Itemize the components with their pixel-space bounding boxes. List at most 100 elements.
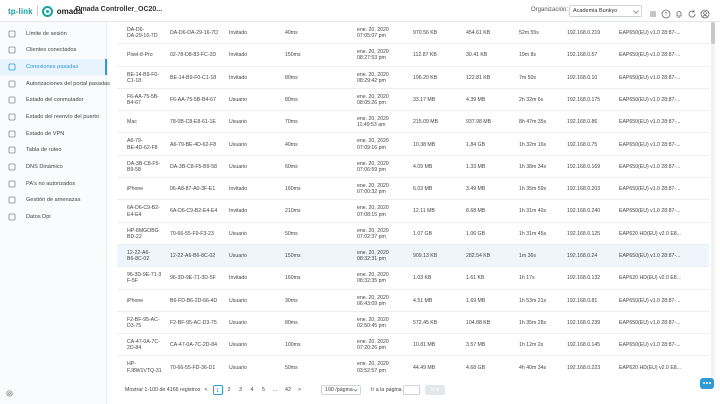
sidebar-item-route[interactable]: Tabla de ruteo: [0, 142, 107, 158]
cell-date: ene. 20, 2020 08:27:53 pm: [357, 49, 389, 62]
table-row[interactable]: 6A-D6-C9-B2- E4-E4 6A-D6-C9-B2-E4-E4 Invit…: [117, 200, 709, 223]
sidebar-item-forward[interactable]: Estado del reenvío del puerto: [0, 109, 107, 125]
scrollbar-thumb[interactable]: [711, 22, 715, 44]
sidebar-item-vpn[interactable]: Estado de VPN: [0, 126, 107, 142]
table-row[interactable]: DA-D6- DA-29-16-7D DA-D6-DA-29-16-7D Invit…: [117, 22, 709, 45]
page-size-select[interactable]: 100 /página: [321, 385, 361, 395]
cell-type: Usuario: [229, 141, 247, 148]
cell-time: 8h 47m 35s: [519, 119, 547, 126]
past-connections-table: DA-D6- DA-29-16-7D DA-D6-DA-29-16-7D Invit…: [117, 22, 709, 378]
table-row[interactable]: F2-BF-95-AC- D3-75 F2-BF-95-AC-D3-75 Usuar…: [117, 312, 709, 335]
cell-down: 909.13 KB: [413, 253, 438, 260]
table-row[interactable]: DA-3B-C8-F5- B9-58 DA-3B-C8-F5-B9-58 Usuar…: [117, 156, 709, 179]
table-row[interactable]: Pixel-8-Pro 02-78-D8-83-FC-2D Invitado 150m…: [117, 44, 709, 67]
sidebar-item-clients[interactable]: Clientes conectados: [0, 42, 107, 58]
cell-up: 1.69 MB: [466, 297, 486, 304]
table-row[interactable]: A6-79- BE-4D-62-F8 A6-79-BE-4D-62-F8 Usuar…: [117, 134, 709, 156]
cell-name[interactable]: F6-AA-75-5B- B4-67: [127, 94, 171, 106]
cell-ap: EAP650(EU) v1.0 28:87-...: [619, 52, 681, 59]
cell-type: Invitado: [229, 74, 248, 81]
next-page-button[interactable]: >: [295, 385, 305, 395]
cell-name[interactable]: DA-D6- DA-29-16-7D: [127, 27, 171, 39]
sidebar-item-label: Autorizaciones del portal pasadas: [26, 81, 110, 87]
controller-title[interactable]: Omada Controller_OC20...: [75, 6, 162, 13]
sidebar-item-session[interactable]: Límite de sesión: [0, 26, 107, 42]
page-button[interactable]: 2: [224, 385, 234, 395]
cell-time: 1h 32m 16s: [519, 141, 547, 148]
cell-name[interactable]: iPhone: [127, 186, 171, 192]
cell-time: 52m 55s: [519, 30, 539, 37]
prev-page-button[interactable]: <: [201, 385, 211, 395]
cell-time: 2h 32m 6s: [519, 96, 544, 103]
page-button[interactable]: 5: [259, 385, 269, 395]
cell-ap: EAP650(EU) v1.0 28:87-...: [619, 342, 681, 349]
cell-down: 33.17 MB: [413, 96, 436, 103]
cell-ip: 192.168.0.75: [567, 141, 598, 148]
cell-name[interactable]: 6A-D6-C9-B2- E4-E4: [127, 205, 171, 217]
sidebar-item-switch[interactable]: Estado del conmutador: [0, 92, 107, 108]
cell-name[interactable]: F2-BF-95-AC- D3-75: [127, 317, 171, 329]
help-icon[interactable]: ?: [661, 6, 671, 19]
table-row[interactable]: BE-14-B9-F0- C1-18 BE-14-B9-F0-C1-18 Invit…: [117, 67, 709, 89]
cell-name[interactable]: CA-47-0A-7C- 2D-84: [127, 339, 171, 351]
chat-support-button[interactable]: [700, 378, 714, 389]
table-row[interactable]: HP- FJ8W1VTQ-31 70-66-55-FD-36-D1 Usuario 5…: [117, 357, 709, 378]
list-icon[interactable]: [648, 6, 658, 17]
cell-duration: 210ms: [285, 208, 301, 215]
sidebar-item-label: Límite de sesión: [26, 31, 67, 37]
cell-up: 4.68 GB: [466, 364, 486, 371]
notification-bell-icon[interactable]: [674, 6, 684, 18]
table-row[interactable]: Mac 78-0B-C8-E8-61-1E Usuario 70ms ene. 20, …: [117, 111, 709, 134]
cell-up: 122.81 KB: [466, 74, 491, 81]
cell-name[interactable]: A6-79- BE-4D-62-F8: [127, 138, 171, 150]
cell-date: ene. 20, 2020 08:32:31 pm: [357, 249, 389, 263]
tp-link-logo[interactable]: tp-link omada: [8, 5, 83, 17]
cell-name[interactable]: HP- FJ8W1VTQ-31: [127, 361, 171, 373]
sidebar-item-dns[interactable]: DNS Dinámico: [0, 159, 107, 175]
table-row[interactable]: HP-8MGOBG BD-22 70-66-55-F9-F3-23 Usuario 5…: [117, 223, 709, 245]
scrollbar-track[interactable]: [711, 22, 715, 378]
cell-up: 4.39 MB: [466, 96, 486, 103]
vpn-icon: [8, 130, 16, 138]
page-button[interactable]: 1: [212, 385, 223, 395]
cell-name[interactable]: DA-3B-C8-F5- B9-58: [127, 161, 171, 173]
cell-down: 112.87 KB: [413, 52, 437, 59]
cell-down: 970.56 KB: [413, 30, 438, 37]
cell-name[interactable]: Mac: [127, 119, 171, 125]
table-row[interactable]: 96-3D-9E-71-3 F-5F 96-3D-9E-71-3D-5F Invit…: [117, 267, 709, 290]
table-row[interactable]: iPhone B6-FD-B6-2D-66-4D Usuario 30ms ene. 2…: [117, 290, 709, 312]
page-button[interactable]: 4: [247, 385, 257, 395]
table-row[interactable]: CA-47-0A-7C- 2D-84 CA-47-0A-7C-2D-84 Usuar…: [117, 334, 709, 357]
cell-time: 7m 50s: [519, 74, 537, 81]
cell-name[interactable]: 96-3D-9E-71-3 F-5F: [127, 272, 171, 284]
refresh-icon[interactable]: [687, 6, 697, 18]
organization-select[interactable]: Academia Bunkyo: [569, 5, 642, 17]
page-button[interactable]: 42: [283, 385, 293, 395]
sidebar-item-threat[interactable]: Gestión de amenazas: [0, 192, 107, 208]
goto-page-input[interactable]: [403, 385, 420, 395]
sidebar-item-ap[interactable]: PA's no autorizados: [0, 176, 107, 192]
cell-duration: 40ms: [285, 30, 298, 37]
cell-ip: 192.168.0.219: [567, 30, 601, 37]
cell-up: 1.84 GB: [466, 141, 486, 148]
page-button[interactable]: 3: [236, 385, 246, 395]
sidebar-item-history[interactable]: Conexiones pasadas: [0, 59, 107, 75]
cell-name[interactable]: iPhone: [127, 298, 171, 304]
table-row[interactable]: iPhone 06-A8-87-A0-3F-E1 Invitado 160ms ene.…: [117, 178, 709, 201]
goto-page-button[interactable]: Ir a: [425, 385, 445, 395]
cell-name[interactable]: BE-14-B9-F0- C1-18: [127, 72, 171, 84]
cell-ap: EAP650(EU) v1.0 28:87-...: [619, 208, 681, 215]
sidebar-item-dpi[interactable]: Datos Dpi: [0, 209, 107, 225]
cell-name[interactable]: Pixel-8-Pro: [127, 52, 171, 58]
table-row[interactable]: F6-AA-75-5B- B4-67 F6-AA-75-5B-B4-67 Usuar…: [117, 89, 709, 112]
sidebar-item-portal[interactable]: Autorizaciones del portal pasadas: [0, 76, 110, 92]
sidebar-item-label: Conexiones pasadas: [26, 64, 79, 70]
cell-type: Invitado: [229, 186, 248, 193]
settings-gear-icon[interactable]: [5, 389, 14, 398]
cell-name[interactable]: 12-22-A6- B6-8C-02: [127, 250, 171, 262]
cell-ap: EAP650(EU) v1.0 28:87-...: [619, 141, 681, 148]
user-avatar-icon[interactable]: [700, 6, 710, 19]
cell-ip: 192.168.0.86: [567, 119, 598, 126]
cell-name[interactable]: HP-8MGOBG BD-22: [127, 228, 171, 240]
table-row[interactable]: 12-22-A6- B6-8C-02 12-22-A6-B6-8C-02 Usuar…: [117, 245, 709, 268]
